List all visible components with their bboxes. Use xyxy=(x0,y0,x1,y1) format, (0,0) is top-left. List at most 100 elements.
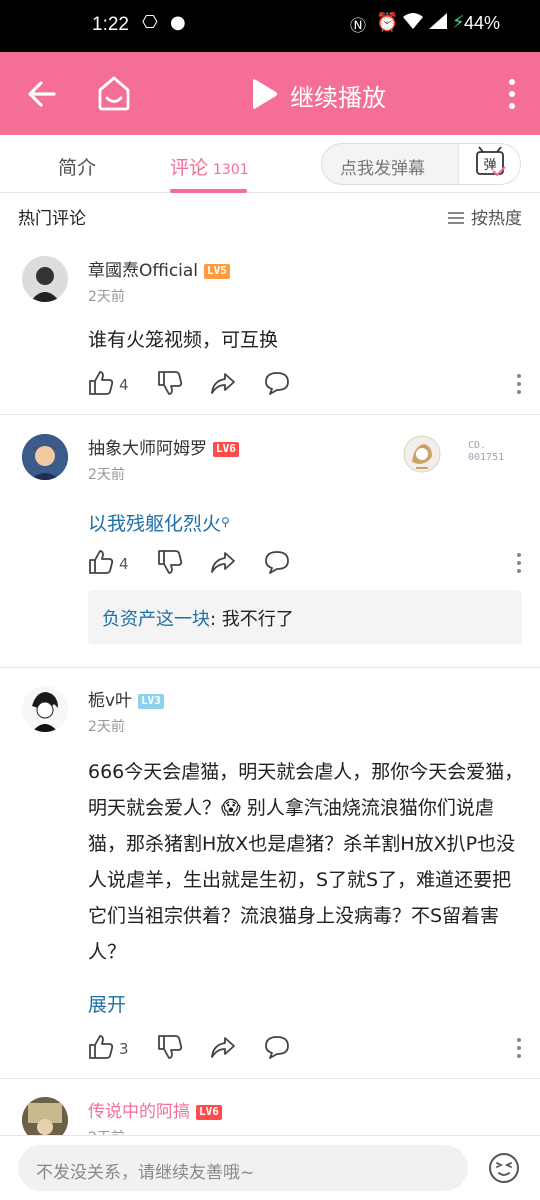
badge-number: 001751 xyxy=(468,452,505,463)
tab-intro[interactable]: 简介 xyxy=(58,153,96,180)
like-count: 4 xyxy=(119,555,129,573)
signal-icon xyxy=(428,12,448,35)
comment-username[interactable]: 传说中的阿搞 LV6 xyxy=(88,1097,222,1122)
thumbs-up-icon xyxy=(89,1035,114,1059)
avatar[interactable] xyxy=(22,686,68,732)
danmaku-button-label: 弹 xyxy=(483,158,496,173)
thumbs-up-icon xyxy=(89,550,114,574)
wifi-icon xyxy=(402,12,424,35)
like-button[interactable]: 3 xyxy=(88,1034,129,1064)
reply-bubble-icon xyxy=(265,1036,289,1059)
like-button[interactable]: 4 xyxy=(88,549,129,579)
like-count: 3 xyxy=(119,1040,129,1058)
lightbulb-icon: ● xyxy=(170,12,186,33)
vertical-dots-icon xyxy=(517,553,521,573)
share-icon xyxy=(211,1037,235,1058)
share-button[interactable] xyxy=(210,1034,236,1064)
avatar[interactable] xyxy=(22,1097,68,1135)
level-badge: LV3 xyxy=(138,694,164,709)
vertical-dots-icon xyxy=(517,374,521,394)
thumbs-down-icon xyxy=(158,371,183,395)
sort-label: 按热度 xyxy=(471,209,522,229)
comment-item: 传说中的阿搞 LV6 2天前 xyxy=(0,1079,540,1135)
emoji-icon[interactable] xyxy=(488,1152,520,1184)
thumbs-up-icon xyxy=(89,371,114,395)
status-bar: 1:22 ⎔ ● Ⓝ ⏰ ⚡ 44% xyxy=(0,0,540,52)
alarm-icon: ⏰ xyxy=(376,12,399,33)
tab-comments-label: 评论 xyxy=(170,157,209,179)
username-text: 栀v叶 xyxy=(88,691,133,711)
danmaku-placeholder: 点我发弹幕 xyxy=(340,159,425,179)
comment-username[interactable]: 抽象大师阿姆罗 LV6 xyxy=(88,434,239,459)
comment-username[interactable]: 栀v叶 LV3 xyxy=(88,686,164,711)
comment-input-placeholder: 不发没关系，请继续友善哦~ xyxy=(36,1163,255,1183)
expand-link[interactable]: 展开 xyxy=(88,990,126,1017)
sort-by-heat-button[interactable]: 按热度 xyxy=(447,204,522,229)
share-icon xyxy=(211,552,235,573)
hot-comments-label: 热门评论 xyxy=(18,209,86,229)
fan-badge-number: CD. 001751 xyxy=(468,440,504,464)
nfc-icon: Ⓝ xyxy=(350,16,367,35)
comment-time: 2天前 xyxy=(88,719,125,735)
fan-badge-pendant-icon[interactable] xyxy=(402,434,442,474)
avatar-image xyxy=(22,686,68,732)
comments-count: 1301 xyxy=(213,162,249,178)
danmaku-toggle-button[interactable]: 弹 xyxy=(458,144,520,184)
like-button[interactable]: 4 xyxy=(88,370,129,400)
like-count: 4 xyxy=(119,376,129,394)
reply-content: : 我不行了 xyxy=(210,609,294,630)
charging-icon: ⚡ xyxy=(452,12,465,33)
reply-bubble-icon xyxy=(265,372,289,395)
avatar-image xyxy=(22,256,68,302)
comment-item: 栀v叶 LV3 2天前 666今天会虐猫，明天就会虐人，那你今天会爱猫，明天就会爱… xyxy=(0,668,540,1078)
avatar[interactable] xyxy=(22,434,68,480)
comment-text[interactable]: 以我残躯化烈火⚲ xyxy=(88,504,526,542)
openai-icon: ⎔ xyxy=(142,12,158,33)
play-icon[interactable] xyxy=(250,78,278,110)
reply-username[interactable]: 负资产这一块 xyxy=(102,609,210,630)
comment-time: 2天前 xyxy=(88,1127,125,1135)
comment-item: 抽象大师阿姆罗 LV6 2天前 以我残躯化烈火⚲ 4 负资产这一块: 我不行了 xyxy=(0,414,540,668)
comment-username[interactable]: 章國焘Official LV5 xyxy=(88,256,230,281)
share-button[interactable] xyxy=(210,370,236,400)
reply-bubble-icon xyxy=(265,551,289,574)
reply-button[interactable] xyxy=(264,1034,290,1064)
level-badge: LV5 xyxy=(204,264,230,279)
active-tab-indicator xyxy=(170,189,247,193)
share-button[interactable] xyxy=(210,549,236,579)
dislike-button[interactable] xyxy=(157,1034,183,1064)
sort-list-icon xyxy=(448,212,464,224)
status-time: 1:22 xyxy=(92,14,129,35)
comment-item: 章國焘Official LV5 2天前 谁有火笼视频，可互换 4 xyxy=(0,236,540,414)
comment-more-button[interactable] xyxy=(506,551,532,581)
dislike-button[interactable] xyxy=(157,370,183,400)
more-options-icon[interactable] xyxy=(508,78,516,110)
tab-comments[interactable]: 评论 1301 xyxy=(170,153,249,180)
username-text: 传说中的阿搞 xyxy=(88,1102,190,1122)
comment-text[interactable]: 谁有火笼视频，可互换 xyxy=(88,322,526,358)
comment-more-button[interactable] xyxy=(506,1036,532,1066)
username-text: 章國焘Official xyxy=(88,261,199,281)
badge-prefix: CD. xyxy=(468,440,487,451)
avatar-image xyxy=(22,434,68,480)
reply-button[interactable] xyxy=(264,370,290,400)
comment-input-bar: 不发没关系，请继续友善哦~ xyxy=(0,1135,540,1200)
dislike-button[interactable] xyxy=(157,549,183,579)
avatar[interactable] xyxy=(22,256,68,302)
search-icon: ⚲ xyxy=(221,515,230,529)
back-arrow-icon[interactable] xyxy=(26,76,58,112)
home-icon[interactable] xyxy=(96,74,132,112)
comment-text[interactable]: 666今天会虐猫，明天就会虐人，那你今天会爱猫，明天就会爱人？😱 别人拿汽油烧流… xyxy=(88,754,526,970)
comment-more-button[interactable] xyxy=(506,372,532,402)
comment-input[interactable]: 不发没关系，请继续友善哦~ xyxy=(18,1145,468,1191)
comment-actions: 4 xyxy=(88,370,528,400)
continue-play-button[interactable]: 继续播放 xyxy=(290,78,386,113)
battery-level: 44% xyxy=(463,13,500,33)
level-badge: LV6 xyxy=(196,1105,222,1120)
thumbs-down-icon xyxy=(158,1035,183,1059)
reply-preview[interactable]: 负资产这一块: 我不行了 xyxy=(88,590,522,644)
danmaku-input[interactable]: 点我发弹幕 弹 xyxy=(321,143,521,185)
avatar-image xyxy=(22,1097,68,1135)
search-keyword-link[interactable]: 以我残躯化烈火 xyxy=(88,513,221,535)
reply-button[interactable] xyxy=(264,549,290,579)
